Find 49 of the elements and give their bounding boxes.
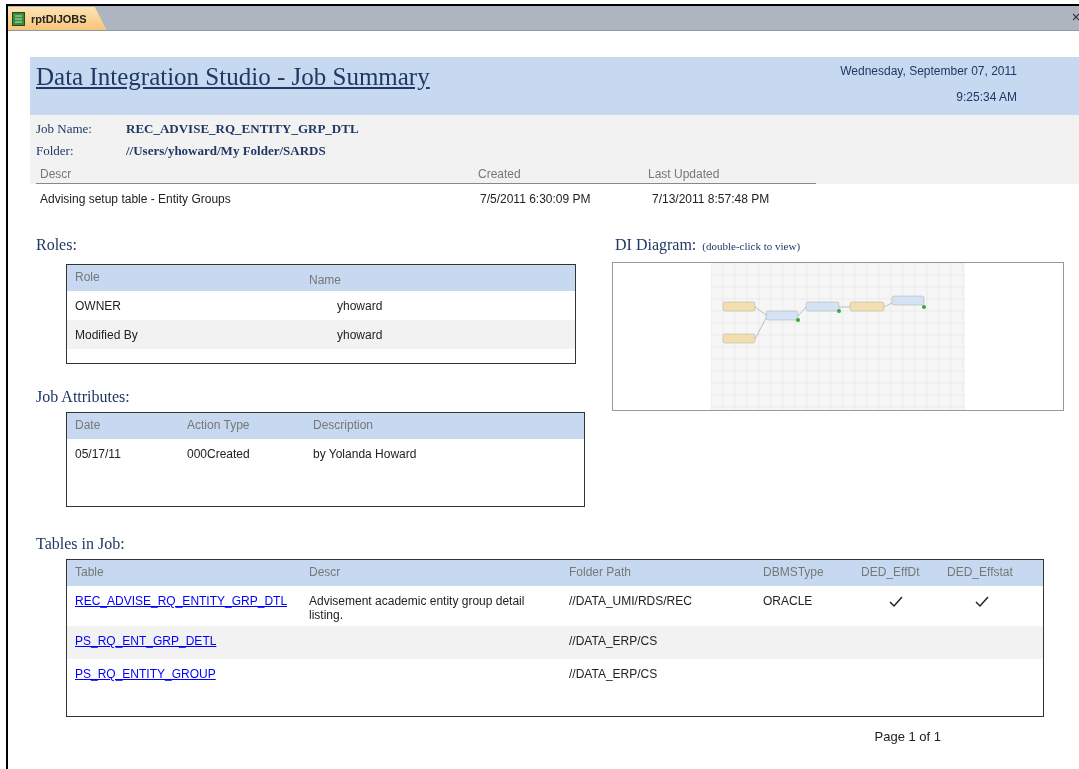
diagram-hint: (double-click to view) (702, 240, 801, 252)
job-name-value: REC_ADVISE_RQ_ENTITY_GRP_DTL (126, 121, 359, 137)
column-header: Action Type (187, 418, 251, 432)
table-cell-text: Advising setup table - Entity Groups (40, 192, 232, 206)
column-header: DED_Effstat (947, 565, 1014, 579)
column-header: Last Updated (648, 167, 721, 181)
section-title: Job Attributes: (36, 388, 131, 406)
table-cell-text: 05/17/11 (75, 447, 122, 461)
page-number: Page 1 of 1 (874, 729, 941, 744)
diagram-thumbnail-drawing[interactable] (711, 263, 965, 410)
report-title: Data Integration Studio - Job Summary (36, 63, 430, 92)
section-title: DI Diagram: (615, 236, 697, 254)
table-cell-text: 000Created (187, 447, 251, 461)
column-header: Role (75, 270, 101, 284)
folder-value: //Users/yhoward/My Folder/SARDS (126, 143, 326, 159)
column-header: Name (309, 273, 342, 287)
table-cell-text: ORACLE (763, 594, 814, 608)
table-cell-text: Advisement academic entity group detail listing. (309, 594, 526, 622)
table-cell-text: OWNER (75, 298, 122, 313)
table-cell-text: //DATA_ERP/CS (569, 667, 659, 681)
report-date: Wednesday, September 07, 2011 (840, 64, 1017, 78)
table-link[interactable]: REC_ADVISE_RQ_ENTITY_GRP_DTL (75, 594, 309, 608)
folder-label: Folder: (36, 143, 75, 159)
table-link[interactable]: PS_RQ_ENTITY_GROUP (75, 667, 309, 681)
column-header: Created (478, 167, 522, 181)
column-header: Descr (40, 167, 73, 181)
table-cell-text: 7/13/2011 8:57:48 PM (652, 192, 771, 206)
table-cell-text: yhoward (337, 298, 384, 313)
column-header: DED_EffDt (861, 565, 921, 579)
report-icon (12, 11, 25, 26)
table-link[interactable]: PS_RQ_ENT_GRP_DETL (75, 634, 309, 648)
section-title: Tables in Job: (36, 535, 126, 553)
column-header: Descr (309, 565, 342, 579)
close-icon[interactable] (1073, 13, 1079, 22)
report-tab[interactable]: rptDIJOBS (8, 7, 107, 30)
job-name-label: Job Name: (36, 121, 93, 137)
column-header: Folder Path (569, 565, 633, 579)
table-cell-text: //DATA_ERP/CS (569, 634, 659, 648)
section-title: Roles: (36, 236, 78, 254)
table-cell-text: by Yolanda Howard (313, 447, 418, 461)
column-header: Description (313, 418, 375, 432)
column-header: DBMSType (763, 565, 825, 579)
table-cell-text: 7/5/2011 6:30:09 PM (480, 192, 592, 206)
column-header: Date (75, 418, 102, 432)
table-cell-text: Modified By (75, 327, 139, 342)
column-header: Table (75, 565, 105, 579)
table-cell-text: //DATA_UMI/RDS/REC (569, 594, 693, 608)
report-time: 9:25:34 AM (956, 90, 1017, 104)
table-cell-text: yhoward (337, 327, 384, 342)
